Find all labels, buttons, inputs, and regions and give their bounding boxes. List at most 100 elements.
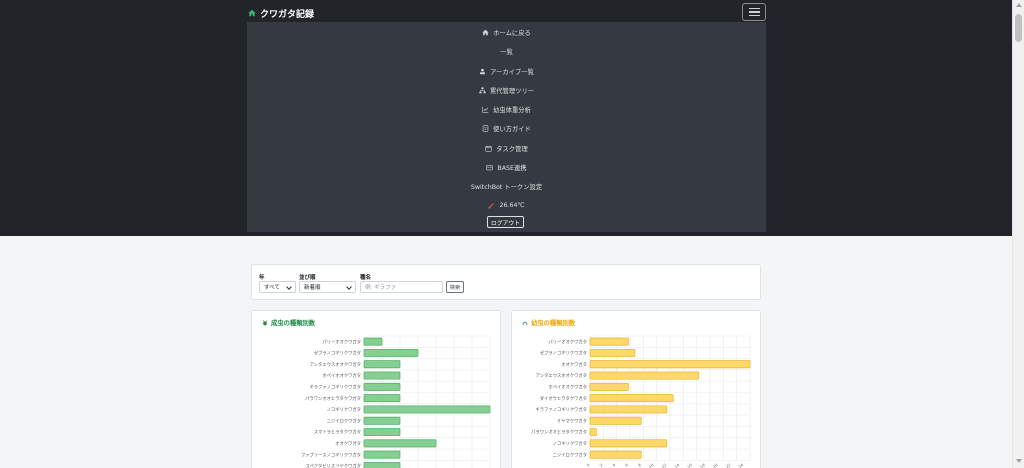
year-select-value: すべて [264,285,280,291]
x-tick-label: 2 [598,462,604,468]
x-tick-label: 18 [699,462,706,468]
nav-item-weight-analysis[interactable]: 幼虫体重分析 [247,103,766,115]
nav-item-label: BASE連携 [497,164,527,172]
guide-icon [482,124,489,132]
category-label: スマトラヒラタクワガタ [314,429,361,436]
category-label: ミヤマクワガタ [557,417,587,424]
sort-select[interactable]: 新着順 [299,281,356,293]
hamburger-line [748,14,760,16]
page-scrollbar[interactable] [1012,0,1024,468]
x-tick-label: 0 [586,462,592,468]
bar [363,337,383,346]
category-label: パラワンオオヒラタクワガタ [305,395,361,402]
bar [589,371,700,380]
category-label: スペクタビリスツヤクワガタ [306,463,361,468]
scroll-up-arrow-icon[interactable] [1016,3,1022,7]
nav-item-label: アーカイブ一覧 [490,68,534,76]
nav-item-label: タスク管理 [496,145,528,153]
bar [589,450,642,459]
category-label: アンタエウスオオクワガタ [310,361,361,368]
category-label: パラワンオオヒラタクワガタ [531,429,587,436]
year-label: 年 [259,275,265,281]
archive-user-icon [480,68,486,74]
nav-item-base[interactable]: BASE連携 [247,161,766,173]
hamburger-line [748,11,760,13]
search-button[interactable]: 検索 [446,281,464,293]
category-label: ホペイオオクワガタ [322,372,361,379]
category-label: ノコギリクワガタ [553,440,587,447]
temperature-value: 26.64℃ [499,201,525,209]
category-label: パリーオオクワガタ [548,338,587,345]
x-tick-label: 6 [624,462,630,468]
navbar-toggler-button[interactable] [742,3,766,21]
scroll-down-arrow-icon[interactable] [1016,459,1022,463]
bar [589,416,642,425]
bar [363,439,437,448]
bar [363,382,401,391]
category-label: ニジイロクワガタ [553,451,587,458]
x-tick-label: 16 [686,462,693,468]
x-tick-label: 10 [648,462,655,468]
species-search-input[interactable]: 例: ギラファ [360,281,443,293]
chevron-down-icon [286,284,292,290]
x-tick-label: 20 [712,462,719,468]
nav-item-guide[interactable]: 使い方ガイド [247,122,766,134]
nav-item-archive[interactable]: アーカイブ一覧 [247,65,766,77]
nav-item-lineage-tree[interactable]: 累代管理ツリー [247,84,766,96]
bar [363,450,401,459]
bar [589,439,668,448]
nav-menu-panel: ホームに戻る 一覧 アーカイブ一覧 累代管理ツリー 幼虫体重分析 使い方ガイド [247,22,766,232]
x-tick-label: 14 [673,462,680,468]
calendar-icon [485,145,492,152]
bar [363,360,401,369]
bar [363,394,401,403]
x-tick-label: 12 [661,462,668,468]
bar [363,428,401,437]
x-tick-label: 4 [611,462,617,468]
category-label: アンタエウスオオクワガタ [536,372,587,379]
category-label: ゼブラノコギリクワガタ [314,350,361,357]
adult-species-chart-card: 成虫の種類別数 パリーオオクワガタ ゼブラノコギリクワガタ アンタエウスオオクワガタ… [251,310,501,468]
bar [363,416,401,425]
navbar: クワガタ記録 ホームに戻る 一覧 アーカイブ一覧 累代管理ツリー 幼虫体重分析 … [247,0,766,236]
category-label: ファブリースノコギリクワガタ [301,451,361,458]
nav-item-label: 使い方ガイド [493,125,531,133]
bar [363,405,491,414]
adult-species-bar-chart: パリーオオクワガタゼブラノコギリクワガタアンタエウスオオクワガタホペイオオクワガ… [301,335,491,468]
sort-label: 並び順 [299,275,316,281]
category-label: オオクワガタ [561,361,587,368]
nav-item-label: 幼虫体重分析 [493,106,531,114]
larva-species-chart-card: 幼虫の種類別数 パリーオオクワガタ ゼブラノコギリクワガタ オオクワガタ アンタエウス… [511,310,761,468]
category-label: ギラファノコギリクワガタ [535,406,587,413]
bar [363,371,401,380]
bar [589,382,629,391]
nav-item-label: SwitchBot トークン設定 [470,183,543,191]
nav-item-tasks[interactable]: タスク管理 [247,142,766,154]
brand-link[interactable]: クワガタ記録 [248,6,314,20]
nav-item-home[interactable]: ホームに戻る [247,26,766,38]
tree-icon [479,86,486,93]
nav-item-switchbot[interactable]: SwitchBot トークン設定 [247,180,766,192]
species-label: 種名 [360,275,372,281]
chevron-down-icon [346,284,352,290]
category-label: ダイオウヒラタクワガタ [540,395,587,402]
bar [363,461,401,468]
bar [589,405,668,414]
category-label: オオクワガタ [335,440,361,447]
nav-item-label: 累代管理ツリー [489,87,535,95]
chart-line-icon [482,106,489,113]
thermometer-icon [488,202,495,209]
category-label: ノコギリクワガタ [327,406,361,413]
store-icon [486,164,494,170]
nav-item-list[interactable]: 一覧 [247,45,766,57]
logout-button[interactable]: ログアウト [487,216,524,228]
category-label: ニジイロクワガタ [327,417,361,424]
year-select[interactable]: すべて [259,281,296,293]
nav-item-label: 一覧 [500,48,513,56]
bar [363,348,419,357]
scrollbar-thumb[interactable] [1015,14,1022,42]
nav-item-label: ホームに戻る [493,29,531,37]
category-label: ゼブラノコギリクワガタ [540,350,587,357]
house-icon [248,9,256,17]
home-icon [482,29,489,35]
